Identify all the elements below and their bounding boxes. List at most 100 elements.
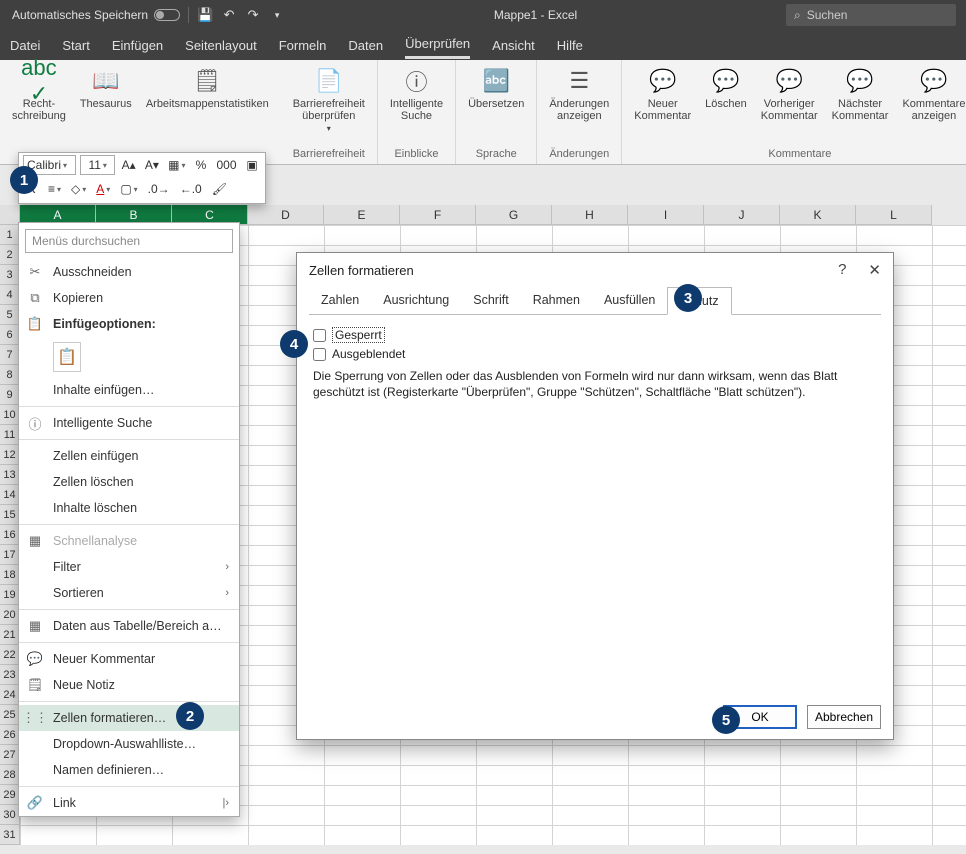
row-header[interactable]: 18 <box>0 565 20 585</box>
row-header[interactable]: 29 <box>0 785 20 805</box>
row-header[interactable]: 31 <box>0 825 20 845</box>
dlg-tab-schrift[interactable]: Schrift <box>461 287 520 314</box>
next-comment-button[interactable]: 💬Nächster Kommentar <box>828 64 893 124</box>
ctx-paste-special[interactable]: Inhalte einfügen… <box>19 377 239 403</box>
row-header[interactable]: 20 <box>0 605 20 625</box>
paste-default-icon[interactable]: 📋 <box>53 342 81 372</box>
smart-lookup-button[interactable]: ⓘIntelligente Suche <box>386 64 447 124</box>
row-header[interactable]: 21 <box>0 625 20 645</box>
ctx-dropdown-list[interactable]: Dropdown-Auswahlliste… <box>19 731 239 757</box>
increase-font-icon[interactable]: A▴ <box>119 155 138 175</box>
ctx-new-comment[interactable]: 💬Neuer Kommentar <box>19 646 239 672</box>
prev-comment-button[interactable]: 💬Vorheriger Kommentar <box>757 64 822 124</box>
select-all-corner[interactable] <box>0 205 20 225</box>
tab-formeln[interactable]: Formeln <box>279 33 327 58</box>
tab-ansicht[interactable]: Ansicht <box>492 33 535 58</box>
tab-daten[interactable]: Daten <box>348 33 383 58</box>
translate-button[interactable]: 🔤Übersetzen <box>464 64 528 112</box>
comma-icon[interactable]: 000 <box>214 155 239 175</box>
ctx-cut[interactable]: ✂Ausschneiden <box>19 259 239 285</box>
help-icon[interactable]: ? <box>838 261 846 279</box>
col-header[interactable]: I <box>628 205 704 225</box>
new-comment-button[interactable]: 💬Neuer Kommentar <box>630 64 695 124</box>
decrease-decimal-icon[interactable]: .0→ <box>145 179 173 199</box>
ctx-clear-contents[interactable]: Inhalte löschen <box>19 495 239 521</box>
ctx-paste-option[interactable]: 📋 <box>19 337 239 377</box>
col-header[interactable]: J <box>704 205 780 225</box>
row-header[interactable]: 14 <box>0 485 20 505</box>
percent-icon[interactable]: % <box>192 155 210 175</box>
format-painter-icon[interactable]: 🖌 <box>209 179 230 199</box>
accessibility-button[interactable]: 📄Barrierefreiheit überprüfen▾ <box>289 64 369 135</box>
row-header[interactable]: 17 <box>0 545 20 565</box>
dlg-tab-rahmen[interactable]: Rahmen <box>521 287 592 314</box>
row-header[interactable]: 19 <box>0 585 20 605</box>
qat-dropdown-icon[interactable]: ▾ <box>269 7 285 23</box>
row-header[interactable]: 27 <box>0 745 20 765</box>
save-icon[interactable]: 💾 <box>197 7 213 23</box>
border-icon[interactable]: ▢ <box>117 179 140 199</box>
ctx-from-table[interactable]: ▦Daten aus Tabelle/Bereich a… <box>19 613 239 639</box>
show-changes-button[interactable]: ☰Änderungen anzeigen <box>545 64 613 124</box>
checkbox-locked[interactable]: Gesperrt <box>313 325 877 345</box>
tab-start[interactable]: Start <box>62 33 89 58</box>
row-header[interactable]: 22 <box>0 645 20 665</box>
row-header[interactable]: 15 <box>0 505 20 525</box>
col-header[interactable]: H <box>552 205 628 225</box>
row-header[interactable]: 24 <box>0 685 20 705</box>
show-comments-button[interactable]: 💬Kommentare anzeigen <box>898 64 966 124</box>
col-header[interactable]: D <box>248 205 324 225</box>
row-header[interactable]: 28 <box>0 765 20 785</box>
ctx-smart-lookup[interactable]: ⓘIntelligente Suche <box>19 410 239 436</box>
dlg-tab-zahlen[interactable]: Zahlen <box>309 287 371 314</box>
row-header[interactable]: 9 <box>0 385 20 405</box>
ctx-link[interactable]: 🔗Link|› <box>19 790 239 816</box>
tab-ueberpruefen[interactable]: Überprüfen <box>405 31 470 59</box>
row-header[interactable]: 25 <box>0 705 20 725</box>
ctx-sort[interactable]: Sortieren› <box>19 580 239 606</box>
increase-decimal-icon[interactable]: ←.0 <box>177 179 205 199</box>
cancel-button[interactable]: Abbrechen <box>807 705 881 729</box>
row-header[interactable]: 30 <box>0 805 20 825</box>
row-header[interactable]: 13 <box>0 465 20 485</box>
tab-einfuegen[interactable]: Einfügen <box>112 33 163 58</box>
row-header[interactable]: 26 <box>0 725 20 745</box>
col-header[interactable]: G <box>476 205 552 225</box>
workbook-stats-button[interactable]: 🗒Arbeitsmappenstatistiken <box>142 64 273 112</box>
tab-datei[interactable]: Datei <box>10 33 40 58</box>
row-header[interactable]: 16 <box>0 525 20 545</box>
col-header[interactable]: K <box>780 205 856 225</box>
autosave-toggle[interactable]: Automatisches Speichern <box>12 8 180 22</box>
ctx-filter[interactable]: Filter› <box>19 554 239 580</box>
col-header[interactable]: L <box>856 205 932 225</box>
ctx-insert-cells[interactable]: Zellen einfügen <box>19 443 239 469</box>
font-color-icon[interactable]: A <box>93 179 113 199</box>
row-header[interactable]: 12 <box>0 445 20 465</box>
font-size-combo[interactable]: 11 <box>80 155 114 175</box>
redo-icon[interactable]: ↷ <box>245 7 261 23</box>
align-icon[interactable]: ≡ <box>45 179 64 199</box>
row-header[interactable]: 4 <box>0 285 20 305</box>
row-header[interactable]: 23 <box>0 665 20 685</box>
tab-hilfe[interactable]: Hilfe <box>557 33 583 58</box>
row-header[interactable]: 6 <box>0 325 20 345</box>
col-header[interactable]: E <box>324 205 400 225</box>
row-header[interactable]: 3 <box>0 265 20 285</box>
row-header[interactable]: 8 <box>0 365 20 385</box>
row-header[interactable]: 7 <box>0 345 20 365</box>
row-header[interactable]: 5 <box>0 305 20 325</box>
decrease-font-icon[interactable]: A▾ <box>142 155 161 175</box>
ctx-define-name[interactable]: Namen definieren… <box>19 757 239 783</box>
close-icon[interactable]: ✕ <box>868 261 881 279</box>
ctx-delete-cells[interactable]: Zellen löschen <box>19 469 239 495</box>
row-header[interactable]: 11 <box>0 425 20 445</box>
checkbox-hidden[interactable]: Ausgeblendet <box>313 345 877 363</box>
row-header[interactable]: 2 <box>0 245 20 265</box>
col-header[interactable]: F <box>400 205 476 225</box>
row-header[interactable]: 10 <box>0 405 20 425</box>
thesaurus-button[interactable]: 📖Thesaurus <box>76 64 136 112</box>
dlg-tab-ausrichtung[interactable]: Ausrichtung <box>371 287 461 314</box>
merge-icon[interactable]: ▦ <box>166 155 188 175</box>
search-box[interactable]: ⌕ Suchen <box>786 4 956 26</box>
cond-format-icon[interactable]: ▣ <box>243 155 261 175</box>
